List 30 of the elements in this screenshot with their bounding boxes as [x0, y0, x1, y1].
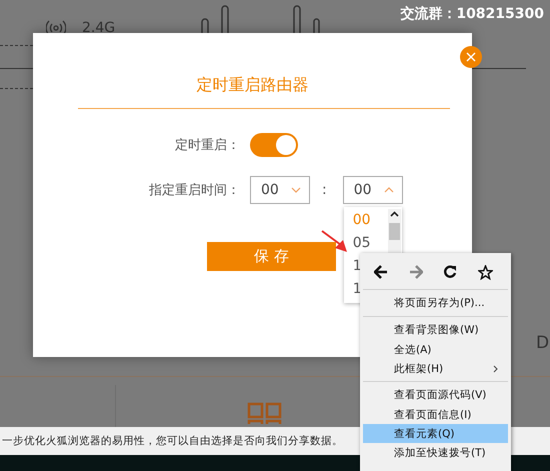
reload-icon[interactable] [443, 265, 458, 279]
back-icon[interactable] [374, 265, 388, 279]
toggle-switch[interactable] [250, 133, 298, 157]
time-select[interactable]: 00 [342, 176, 403, 204]
time-separator: : [322, 182, 327, 198]
time-select[interactable]: 00 [250, 176, 310, 204]
close-icon[interactable] [460, 46, 482, 68]
menu-item[interactable]: 查看页面信息(I) [363, 405, 508, 424]
star-icon[interactable] [478, 264, 493, 280]
wifi-icon [46, 20, 66, 36]
caret-icon [291, 187, 301, 193]
menu-item[interactable]: 添加至快速拨号(T) [363, 443, 508, 462]
field-label: 指定重启时间： [148, 182, 240, 199]
forward-icon[interactable] [408, 265, 423, 279]
submenu-chevron-icon [493, 364, 498, 372]
notification-text: 一步优化火狐浏览器的易用性，您可以自由选择是否向我们分享数据。 [1, 434, 343, 448]
menu-item[interactable]: 全选(A) [363, 340, 508, 359]
menu-item[interactable]: 将页面另存为(P)... [363, 289, 508, 313]
caret-icon [384, 187, 394, 193]
background-text: D [536, 333, 550, 353]
menu-item[interactable]: 查看元素(Q) [363, 424, 508, 443]
dropdown-option[interactable]: 05 [352, 232, 371, 255]
group-number-text: 交流群：108215300 [400, 5, 544, 23]
field-label: 定时重启： [174, 137, 240, 154]
grid-icon [247, 402, 283, 424]
menu-item[interactable]: 此框架(H) [363, 359, 508, 378]
band-label: 2.4G [82, 20, 116, 36]
menu-item[interactable]: 查看背景图像(W) [363, 316, 508, 340]
menu-item[interactable]: 查看页面源代码(V) [363, 381, 508, 405]
dialog-title: 定时重启路由器 [196, 75, 310, 96]
